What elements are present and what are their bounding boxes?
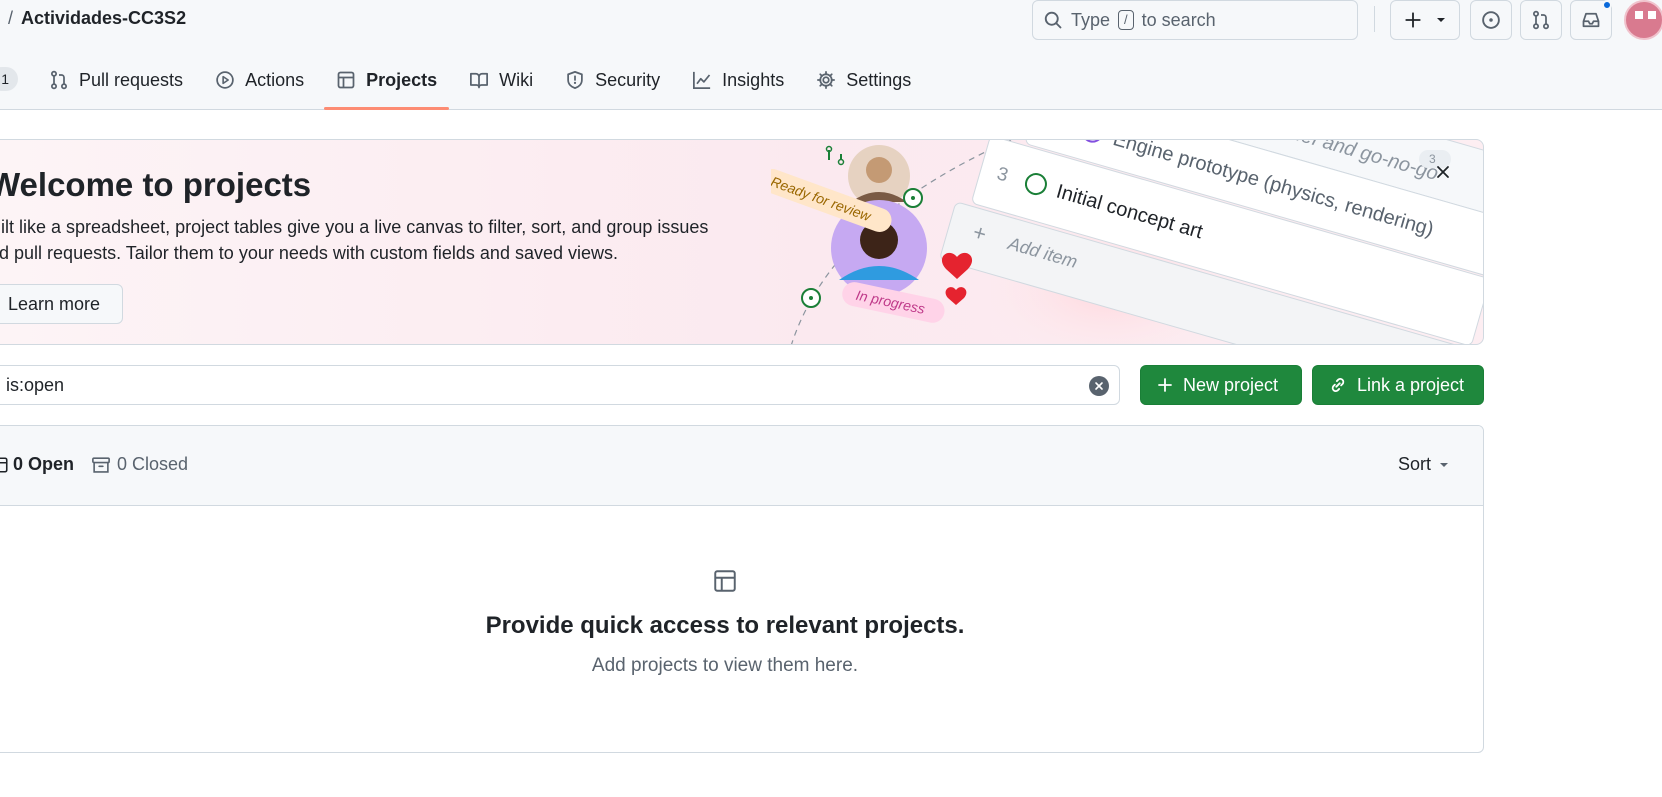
user-avatar[interactable] (1624, 0, 1662, 40)
sort-dropdown[interactable]: Sort (1398, 454, 1449, 475)
plus-icon (1158, 378, 1172, 392)
tab-label: Insights (722, 69, 785, 90)
search-input[interactable]: Type / to search (1032, 0, 1358, 40)
issue-icon (1482, 11, 1500, 29)
graph-icon (693, 71, 711, 89)
closed-projects-filter[interactable]: 0 Closed (91, 454, 188, 475)
tab-wiki[interactable]: Wiki (457, 60, 545, 100)
learn-more-button[interactable]: Learn more (0, 284, 123, 324)
table-icon (0, 456, 8, 473)
search-shortcut-key: / (1118, 10, 1134, 30)
tab-insights[interactable]: Insights (680, 60, 796, 100)
empty-state-subtitle: Add projects to view them here. (591, 655, 859, 676)
archive-icon (92, 456, 110, 473)
link-icon (1331, 378, 1345, 392)
projects-illustration: 1 Game brief and go-no-go ype 2 Engine p… (771, 140, 1483, 344)
caret-down-icon (1437, 18, 1445, 22)
new-project-button[interactable]: New project (1140, 365, 1302, 405)
link-project-label: Link a project (1357, 374, 1465, 395)
tab-label: Pull requests (79, 69, 184, 90)
close-icon (1437, 166, 1449, 178)
shield-icon (567, 71, 583, 89)
sort-label: Sort (1398, 454, 1432, 474)
tab-settings[interactable]: Settings (804, 60, 923, 100)
create-new-button[interactable] (1390, 0, 1460, 40)
tab-label: Settings (846, 69, 912, 90)
open-count: 0 Open (13, 454, 75, 474)
tab-actions[interactable]: Actions (203, 60, 316, 100)
projects-list: 0 Open 0 Closed Sort Provide quick acces… (0, 425, 1484, 753)
issues-button[interactable] (1470, 0, 1512, 40)
breadcrumb: / Actividades-CC3S2 (8, 8, 186, 29)
repo-tabs: Pull requests Actions Projects Wiki Secu… (0, 60, 923, 110)
tab-label: Projects (366, 69, 438, 90)
repo-header: / Actividades-CC3S2 Type / to search 1 P… (0, 0, 1662, 110)
search-prefix: Type (1071, 9, 1111, 30)
closed-count: 0 Closed (117, 454, 189, 474)
pull-request-icon (50, 70, 68, 90)
notification-indicator (1602, 0, 1612, 10)
breadcrumb-separator: / (8, 8, 14, 28)
search-icon (1044, 11, 1062, 29)
banner-description: Built like a spreadsheet, project tables… (0, 217, 709, 263)
gear-icon (817, 71, 836, 89)
book-icon (470, 72, 489, 89)
table-icon (337, 71, 355, 89)
close-icon (1095, 382, 1103, 390)
caret-down-icon (1440, 462, 1449, 467)
tab-label: Security (595, 69, 661, 90)
play-icon (216, 71, 234, 89)
pull-request-icon (1532, 10, 1550, 30)
tab-label: Actions (245, 69, 305, 90)
open-projects-filter[interactable]: 0 Open (0, 454, 74, 475)
search-suffix: to search (1141, 9, 1216, 30)
empty-state: Provide quick access to relevant project… (0, 506, 1465, 752)
header-divider (1374, 6, 1375, 32)
tab-label: Wiki (499, 69, 534, 90)
close-banner-button[interactable] (1431, 160, 1455, 184)
repo-name-link[interactable]: Actividades-CC3S2 (21, 8, 186, 29)
projects-list-header: 0 Open 0 Closed Sort (0, 426, 1483, 506)
table-icon (714, 570, 736, 592)
link-project-button[interactable]: Link a project (1312, 365, 1484, 405)
new-project-label: New project (1183, 374, 1279, 395)
tab-security[interactable]: Security (553, 60, 672, 100)
filter-query: is:open (6, 374, 65, 395)
empty-state-title: Provide quick access to relevant project… (485, 612, 965, 639)
tab-projects[interactable]: Projects (324, 60, 450, 110)
tab-pull-requests[interactable]: Pull requests (37, 60, 195, 100)
project-filter-input[interactable]: is:open (0, 365, 1120, 405)
banner-title: Welcome to projects (0, 166, 312, 203)
clear-filter-button[interactable] (1089, 376, 1109, 396)
plus-icon (1405, 12, 1421, 28)
welcome-banner: Welcome to projects Built like a spreads… (0, 139, 1484, 345)
inbox-icon (1582, 12, 1600, 28)
pull-requests-button[interactable] (1520, 0, 1562, 40)
